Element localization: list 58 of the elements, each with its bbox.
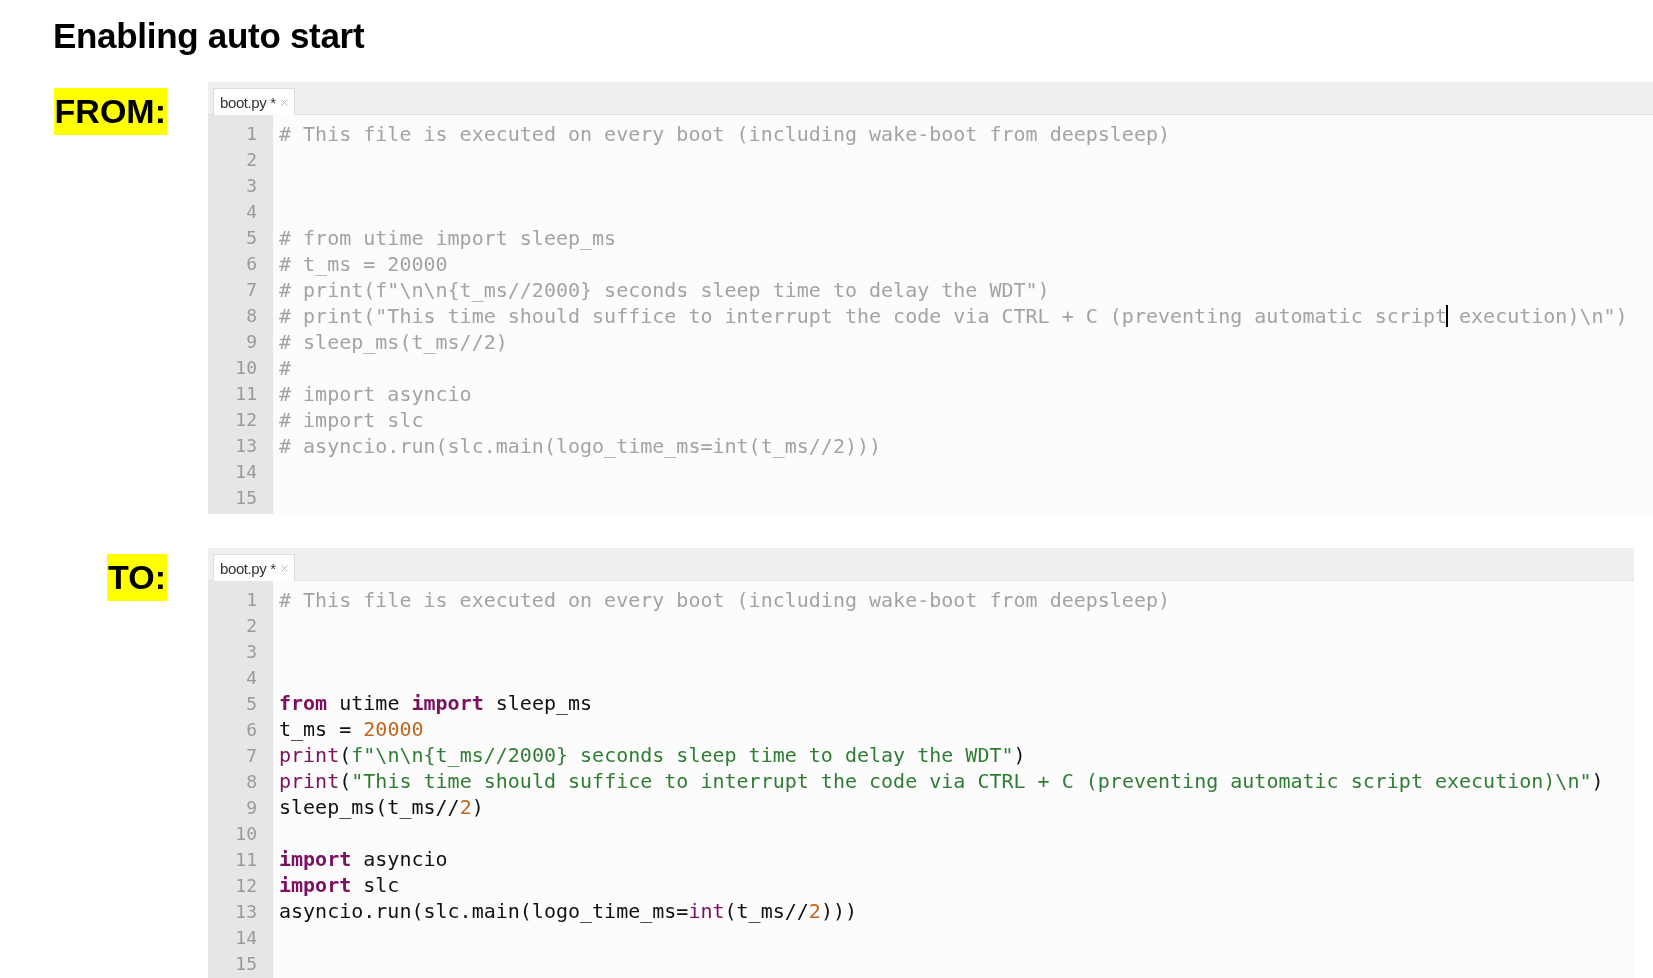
line-number: 6 — [246, 252, 257, 276]
line-number: 10 — [235, 822, 257, 846]
line-number: 14 — [235, 460, 257, 484]
code-text: print(f"\n\n{t_ms//2000} seconds sleep time to delay the WDT") — [279, 742, 1026, 768]
line-number: 10 — [235, 356, 257, 380]
text-cursor-icon — [1446, 305, 1448, 327]
line-number: 12 — [235, 874, 257, 898]
code-text: print("This time should suffice to interrupt the code via CTRL + C (preventing automatic script execution)\n") — [279, 768, 1604, 794]
code-text: # from utime import sleep_ms — [279, 225, 617, 251]
file-tab[interactable]: boot.py * — [213, 88, 295, 115]
code-text: asyncio.run(slc.main(logo_time_ms=int(t_ms//2))) — [279, 897, 857, 924]
line-number: 6 — [246, 718, 257, 742]
section-label: FROM: — [53, 88, 167, 135]
code-text: t_ms = 20000 — [279, 716, 424, 742]
code-text: import asyncio — [279, 845, 448, 872]
line-number: 4 — [246, 200, 257, 224]
section-label: TO: — [107, 554, 167, 601]
line-number: 15 — [235, 952, 257, 976]
line-number: 9 — [246, 796, 257, 820]
line-number: 2 — [246, 148, 257, 172]
close-icon[interactable] — [280, 98, 288, 106]
line-number: 7 — [246, 278, 257, 302]
line-number: 8 — [246, 770, 257, 794]
code-text: execution)\n") — [1458, 303, 1628, 329]
close-icon[interactable] — [280, 564, 288, 572]
code-text: import slc — [279, 871, 400, 898]
line-number: 13 — [235, 434, 257, 458]
code-text: # t_ms = 20000 — [279, 251, 448, 277]
code-text: # — [279, 355, 292, 381]
line-number: 3 — [246, 174, 257, 198]
line-number: 12 — [235, 408, 257, 432]
line-number: 2 — [246, 614, 257, 638]
line-number: 7 — [246, 744, 257, 768]
line-number: 11 — [235, 848, 257, 872]
line-number: 14 — [235, 926, 257, 950]
code-text: # import asyncio — [279, 381, 472, 407]
line-number: 5 — [246, 692, 257, 716]
code-text: sleep_ms(t_ms//2) — [279, 794, 484, 820]
line-number: 13 — [235, 900, 257, 924]
page-title: Enabling auto start — [53, 16, 365, 56]
line-number: 11 — [235, 382, 257, 406]
line-number: 5 — [246, 226, 257, 250]
code-text: # asyncio.run(slc.main(logo_time_ms=int(t_ms//2))) — [279, 433, 882, 459]
line-number: 1 — [246, 588, 257, 612]
line-number: 9 — [246, 330, 257, 354]
line-number: 1 — [246, 122, 257, 146]
line-number: 8 — [246, 304, 257, 328]
code-text: # import slc — [279, 407, 424, 433]
code-text: # print(f"\n\n{t_ms//2000} seconds sleep time to delay the WDT") — [279, 277, 1050, 303]
file-tab[interactable]: boot.py * — [213, 554, 295, 581]
code-text: # This file is executed on every boot (including wake-boot from deepsleep) — [279, 587, 1171, 613]
code-text: from utime import sleep_ms — [279, 690, 593, 716]
line-number: 3 — [246, 640, 257, 664]
code-text: # sleep_ms(t_ms//2) — [279, 329, 508, 355]
code-text: # This file is executed on every boot (including wake-boot from deepsleep) — [279, 121, 1171, 147]
line-number: 15 — [235, 486, 257, 510]
code-text: # print("This time should suffice to interrupt the code via CTRL + C (preventing automatic script — [279, 303, 1447, 329]
line-number: 4 — [246, 666, 257, 690]
